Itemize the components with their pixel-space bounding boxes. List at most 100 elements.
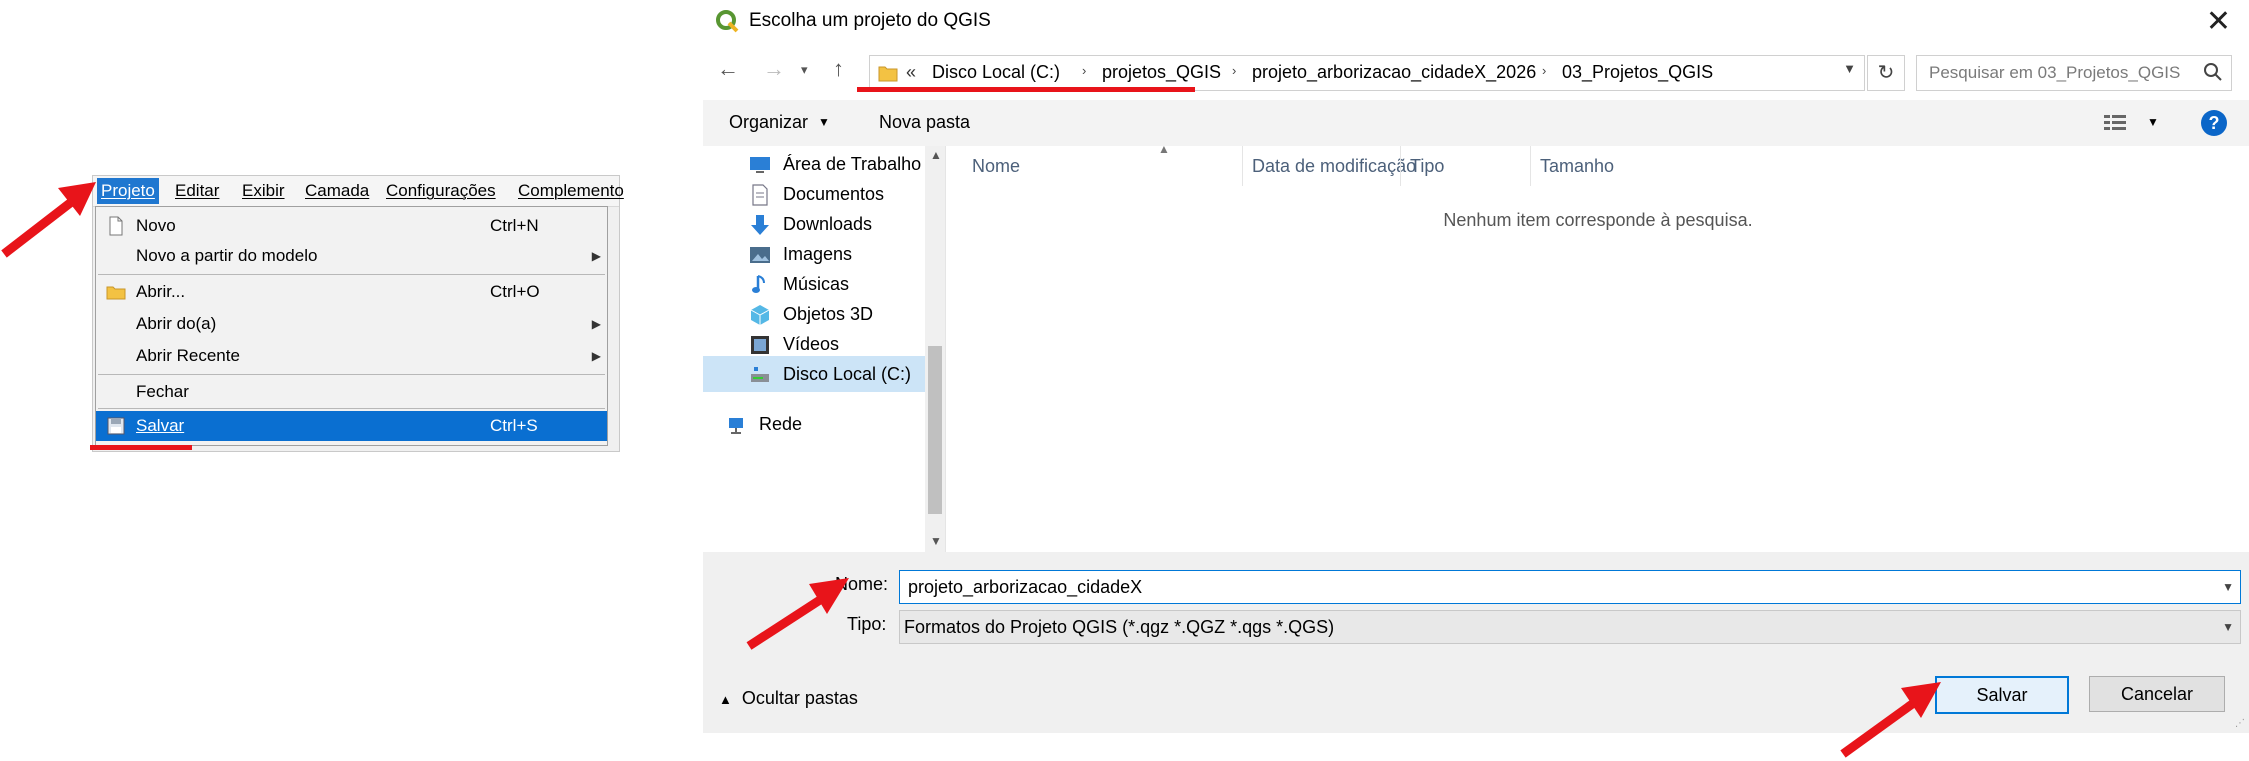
save-icon	[107, 417, 125, 435]
chevron-down-icon[interactable]: ▼	[818, 115, 830, 129]
hide-folders-label: Ocultar pastas	[741, 688, 858, 708]
cancel-button[interactable]: Cancelar	[2089, 676, 2225, 712]
images-icon	[750, 247, 770, 263]
resize-grip-icon[interactable]: ⋰	[2235, 718, 2245, 729]
dialog-titlebar: Escolha um projeto do QGIS ✕	[703, 0, 2249, 44]
menu-item-salvar[interactable]: Salvar Ctrl+S	[96, 411, 607, 441]
menu-complemento[interactable]: Complemento	[514, 180, 628, 202]
nav-pane-scrollbar[interactable]: ▲ ▼	[925, 146, 945, 552]
menu-item-abrir-do[interactable]: Abrir do(a) ▶	[96, 309, 607, 339]
menu-divider	[98, 374, 605, 375]
empty-state-message: Nenhum item corresponde à pesquisa.	[1443, 210, 1753, 230]
menu-item-abrir[interactable]: Abrir... Ctrl+O	[96, 277, 607, 307]
dialog-title: Escolha um projeto do QGIS	[749, 10, 991, 31]
network-icon	[729, 418, 743, 434]
breadcrumb-overflow[interactable]: «	[906, 62, 916, 83]
recent-locations-chevron-icon[interactable]: ▾	[801, 62, 808, 78]
breadcrumb-chevron-icon[interactable]: ›	[1232, 63, 1236, 78]
filename-input[interactable]: projeto_arborizacao_cidadeX ▼	[899, 570, 2241, 604]
documents-icon	[752, 184, 768, 206]
column-divider[interactable]	[1400, 146, 1401, 186]
nav-item-label: Disco Local (C:)	[783, 364, 912, 384]
address-bar[interactable]: « Disco Local (C:) › projetos_QGIS › pro…	[869, 55, 1865, 91]
menu-divider	[98, 274, 605, 275]
menu-item-novo-modelo[interactable]: Novo a partir do modelo ▶	[96, 241, 607, 271]
column-divider[interactable]	[1242, 146, 1243, 186]
organize-button[interactable]: Organizar	[729, 112, 808, 133]
nav-item-label: Rede	[759, 414, 803, 434]
column-header-data[interactable]: Data de modificação	[1252, 156, 1416, 177]
menu-exibir[interactable]: Exibir	[238, 180, 289, 202]
menu-item-shortcut: Ctrl+S	[490, 416, 538, 435]
chevron-down-icon[interactable]: ▼	[2222, 571, 2234, 603]
menu-item-novo[interactable]: Novo Ctrl+N	[96, 211, 607, 241]
videos-icon	[751, 336, 769, 354]
file-list-pane: ▲ Nome Data de modificação Tipo Tamanho …	[945, 142, 2249, 552]
chevron-right-icon: ▶	[591, 349, 601, 363]
navigation-pane: Área de Trabalho Documentos Downloads Im…	[703, 146, 945, 552]
sort-ascending-icon: ▲	[1158, 142, 1170, 156]
breadcrumb-chevron-icon[interactable]: ›	[1082, 63, 1086, 78]
menu-item-abrir-recente[interactable]: Abrir Recente ▶	[96, 341, 607, 371]
breadcrumb-disco-local[interactable]: Disco Local (C:)	[932, 62, 1060, 83]
menu-item-label: Novo a partir do modelo	[136, 246, 318, 265]
music-icon	[752, 275, 765, 293]
chevron-down-icon[interactable]: ▼	[1843, 61, 1856, 76]
save-button[interactable]: Salvar	[1935, 676, 2069, 714]
search-input[interactable]: Pesquisar em 03_Projetos_QGIS	[1916, 55, 2232, 91]
nav-item-rede[interactable]: Rede	[703, 406, 927, 442]
refresh-icon[interactable]: ↻	[1867, 55, 1905, 91]
column-header-tipo[interactable]: Tipo	[1410, 156, 1444, 177]
desktop-icon	[750, 157, 770, 173]
menu-item-label: Salvar	[136, 416, 185, 435]
chevron-down-icon[interactable]: ▼	[2222, 611, 2234, 643]
back-arrow-icon[interactable]: ←	[717, 56, 739, 82]
menu-item-shortcut: Ctrl+N	[490, 216, 539, 235]
projeto-dropdown-menu: Novo Ctrl+N Novo a partir do modelo ▶ Ab…	[95, 206, 608, 446]
3d-objects-icon	[750, 305, 770, 325]
menu-projeto[interactable]: Projeto	[97, 178, 159, 204]
drive-icon	[751, 367, 769, 382]
chevron-down-icon[interactable]: ▼	[930, 534, 942, 548]
file-type-select[interactable]: Formatos do Projeto QGIS (*.qgz *.QGZ *.…	[899, 610, 2241, 644]
menu-configuracoes[interactable]: Configurações	[382, 180, 500, 202]
chevron-up-icon: ▲	[719, 692, 732, 707]
close-icon[interactable]: ✕	[2206, 4, 2231, 40]
breadcrumb-chevron-icon[interactable]: ›	[1542, 63, 1546, 78]
view-options-icon[interactable]	[2103, 112, 2129, 132]
save-file-dialog: Escolha um projeto do QGIS ✕ ← → ▾ ↑ « D…	[703, 0, 2249, 761]
chevron-down-icon[interactable]: ▼	[2147, 115, 2159, 129]
forward-arrow-icon[interactable]: →	[763, 56, 785, 82]
dialog-toolbar: Organizar ▼ Nova pasta ▼ ?	[703, 100, 2249, 146]
breadcrumb-projeto-arborizacao[interactable]: projeto_arborizacao_cidadeX_2026	[1252, 62, 1536, 83]
new-folder-button[interactable]: Nova pasta	[879, 112, 970, 133]
scrollbar-thumb[interactable]	[928, 346, 942, 514]
dialog-footer: Nome: projeto_arborizacao_cidadeX ▼ Tipo…	[703, 552, 2249, 733]
annotation-arrow-projeto	[1, 182, 96, 258]
file-type-value: Formatos do Projeto QGIS (*.qgz *.QGZ *.…	[904, 617, 1335, 637]
annotation-arrow-nome	[746, 578, 849, 650]
new-document-icon	[109, 216, 123, 236]
downloads-icon	[751, 215, 769, 235]
hide-folders-toggle[interactable]: ▲ Ocultar pastas	[719, 688, 858, 709]
help-icon[interactable]: ?	[2201, 110, 2227, 136]
annotation-underline-salvar	[90, 445, 192, 450]
menu-item-fechar[interactable]: Fechar	[96, 377, 607, 407]
qgis-project-menu-screenshot: Projeto Editar Exibir Camada Configuraçõ…	[92, 175, 624, 452]
menu-item-label: Fechar	[136, 382, 189, 401]
chevron-up-icon[interactable]: ▲	[930, 148, 942, 162]
menu-camada[interactable]: Camada	[301, 180, 373, 202]
annotation-arrow-salvar	[1840, 682, 1941, 758]
menu-editar[interactable]: Editar	[171, 180, 223, 202]
breadcrumb-projetos-qgis[interactable]: projetos_QGIS	[1102, 62, 1221, 83]
column-header-nome[interactable]: Nome	[972, 156, 1020, 177]
up-arrow-icon[interactable]: ↑	[833, 56, 844, 82]
search-placeholder: Pesquisar em 03_Projetos_QGIS	[1929, 63, 2181, 82]
menubar: Projeto Editar Exibir Camada Configuraçõ…	[93, 176, 624, 207]
column-divider[interactable]	[1530, 146, 1531, 186]
breadcrumb-03-projetos-qgis[interactable]: 03_Projetos_QGIS	[1562, 62, 1713, 83]
chevron-right-icon: ▶	[591, 317, 601, 331]
nav-item-disco-local[interactable]: Disco Local (C:)	[703, 356, 927, 392]
annotation-underline-path	[857, 87, 1195, 92]
column-header-tamanho[interactable]: Tamanho	[1540, 156, 1614, 177]
